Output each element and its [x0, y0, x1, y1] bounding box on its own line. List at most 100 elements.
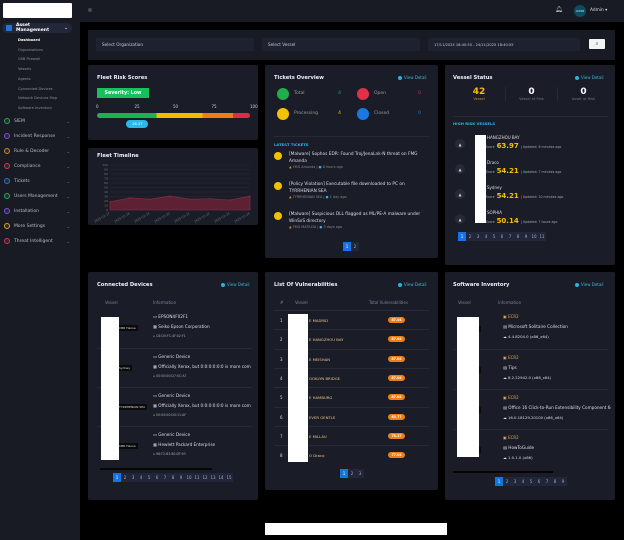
ticket-stat[interactable]: Open 0 — [357, 87, 421, 100]
page-9[interactable]: 9 — [559, 477, 567, 486]
sidebar-subitem[interactable]: Dashboard — [18, 38, 40, 42]
stat-icon — [277, 87, 289, 100]
device-row[interactable]: TYRRHENIAN SEA ▭ Generic Device ▦ Official… — [97, 387, 252, 426]
page-1[interactable]: 1 — [458, 232, 466, 241]
sidebar-subitem[interactable]: Connected Devices — [18, 87, 53, 91]
ticket-stat[interactable]: Total 4 — [277, 87, 341, 100]
page-4[interactable]: 4 — [519, 477, 527, 486]
page-2[interactable]: 2 — [351, 242, 359, 251]
page-6[interactable]: 6 — [535, 477, 543, 486]
page-9[interactable]: 9 — [522, 232, 530, 241]
page-2[interactable]: 2 — [466, 232, 474, 241]
horizontal-scrollbar[interactable] — [100, 468, 212, 470]
data-point — [109, 201, 111, 203]
avatar[interactable]: ADMIN — [574, 5, 586, 17]
page-7[interactable]: 7 — [506, 232, 514, 241]
sidebar-subitem[interactable]: Network Devices Map — [18, 96, 57, 100]
nav-label: Incident Response — [14, 133, 56, 139]
page-6[interactable]: 6 — [498, 232, 506, 241]
page-2[interactable]: 2 — [121, 473, 129, 482]
horizontal-scrollbar[interactable] — [453, 471, 553, 473]
sidebar-subitem[interactable]: Agents — [18, 77, 31, 81]
page-9[interactable]: 9 — [177, 473, 185, 482]
date-range-input[interactable]: 17/11/2025 18:40:55 - 24/11/2025 18:40:5… — [428, 38, 580, 51]
page-1[interactable]: 1 — [340, 469, 348, 478]
page-10[interactable]: 10 — [185, 473, 193, 482]
device-row[interactable]: CBR Hansa ▭ EPSON4F02F1 ▦ Seiko Epson Corp… — [97, 309, 252, 348]
organization-select[interactable]: Select Organization — [96, 38, 254, 51]
sidebar-item[interactable]: Rule & Decoder ⌄ — [4, 146, 74, 156]
view-detail-link[interactable]: View Detail — [575, 282, 604, 287]
view-detail-link[interactable]: View Detail — [575, 75, 604, 80]
sidebar-item[interactable]: Compliance ⌄ — [4, 161, 74, 171]
page-3[interactable]: 3 — [356, 469, 364, 478]
sidebar-item[interactable]: More Settings ⌄ — [4, 221, 74, 231]
y-tick: 20 — [104, 199, 108, 203]
view-detail-link[interactable]: View Detail — [398, 75, 427, 80]
ticket-item[interactable]: [Malware] Suspicious DLL flagged as ML/P… — [274, 211, 429, 229]
sidebar-item[interactable]: Incident Response ⌄ — [4, 131, 74, 141]
user-menu[interactable]: Admin ▾ — [590, 8, 607, 13]
sidebar-item[interactable]: SIEM ⌄ — [4, 116, 74, 126]
page-3[interactable]: 3 — [474, 232, 482, 241]
page-11[interactable]: 11 — [538, 232, 546, 241]
device-name: ▭ EPSON4F02F1 — [153, 314, 189, 319]
view-detail-link[interactable]: View Detail — [221, 282, 250, 287]
sidebar-item[interactable]: Installation ⌄ — [4, 206, 74, 216]
vessel-select[interactable]: Select Vessel — [262, 38, 420, 51]
sidebar-item[interactable]: Users Management ⌄ — [4, 191, 74, 201]
page-4[interactable]: 4 — [482, 232, 490, 241]
vulnerability-badge: 87.04 — [388, 336, 405, 343]
sidebar-subitem[interactable]: USB Firewall — [18, 57, 40, 61]
page-12[interactable]: 12 — [201, 473, 209, 482]
page-1[interactable]: 1 — [495, 477, 503, 486]
page-3[interactable]: 3 — [511, 477, 519, 486]
view-detail-link[interactable]: View Detail — [398, 282, 427, 287]
data-point — [249, 195, 251, 197]
page-15[interactable]: 15 — [225, 473, 233, 482]
sidebar-subitem[interactable]: Organizations — [18, 48, 43, 52]
page-5[interactable]: 5 — [490, 232, 498, 241]
menu-toggle-icon[interactable] — [88, 8, 92, 12]
device-vendor: ▦ Seiko Epson Corporation — [153, 324, 210, 329]
sidebar-group-asset-management[interactable]: Asset Management ⌄ — [2, 23, 72, 33]
search-button[interactable]: ⌕ — [589, 39, 605, 49]
page-1[interactable]: 1 — [113, 473, 121, 482]
lock-icon: ▲ — [455, 164, 465, 174]
card-title: Fleet Timeline — [97, 153, 139, 159]
page-14[interactable]: 14 — [217, 473, 225, 482]
page-7[interactable]: 7 — [543, 477, 551, 486]
sidebar-subitem[interactable]: Vessels — [18, 67, 31, 71]
ticket-status-icon — [274, 152, 282, 160]
high-risk-heading: HIGH RISK VESSELS — [453, 121, 496, 126]
page-11[interactable]: 11 — [193, 473, 201, 482]
page-10[interactable]: 10 — [530, 232, 538, 241]
ticket-stat[interactable]: Processing 4 — [277, 107, 341, 120]
vessel-name: E MILLAU — [309, 433, 327, 439]
page-3[interactable]: 3 — [129, 473, 137, 482]
ticket-stat[interactable]: Closed 0 — [357, 107, 421, 120]
page-8[interactable]: 8 — [551, 477, 559, 486]
ticket-item[interactable]: [Policy Violation] Executable file downl… — [274, 181, 429, 199]
page-1[interactable]: 1 — [343, 242, 351, 251]
page-2[interactable]: 2 — [348, 469, 356, 478]
chevron-down-icon: ⌄ — [66, 148, 70, 154]
fleet-risk-card: Fleet Risk Scores Severity: Low 0 25 50 75 1… — [88, 65, 258, 140]
bell-icon[interactable]: 🔔︎ — [555, 6, 563, 13]
page-8[interactable]: 8 — [169, 473, 177, 482]
page-5[interactable]: 5 — [527, 477, 535, 486]
page-13[interactable]: 13 — [209, 473, 217, 482]
page-8[interactable]: 8 — [514, 232, 522, 241]
sidebar-item[interactable]: Tickets ⌄ — [4, 176, 74, 186]
connected-devices-card: Connected Devices View Detail Vessel Inf… — [88, 272, 258, 500]
device-row[interactable]: Sydney ▭ Generic Device ▦ Officially Xerox… — [97, 348, 252, 387]
device-row[interactable]: CBR Hansa ▭ Generic Device ▦ Hewlett Packa… — [97, 426, 252, 465]
sidebar-item[interactable]: Threat Intelligent ⌄ — [4, 236, 74, 246]
page-5[interactable]: 5 — [145, 473, 153, 482]
sidebar-subitem[interactable]: Software Inventory — [18, 106, 52, 110]
page-6[interactable]: 6 — [153, 473, 161, 482]
page-2[interactable]: 2 — [503, 477, 511, 486]
ticket-item[interactable]: [Malware] Sophos EDR: Found Troj/JenaLnk… — [274, 151, 429, 169]
page-4[interactable]: 4 — [137, 473, 145, 482]
page-7[interactable]: 7 — [161, 473, 169, 482]
